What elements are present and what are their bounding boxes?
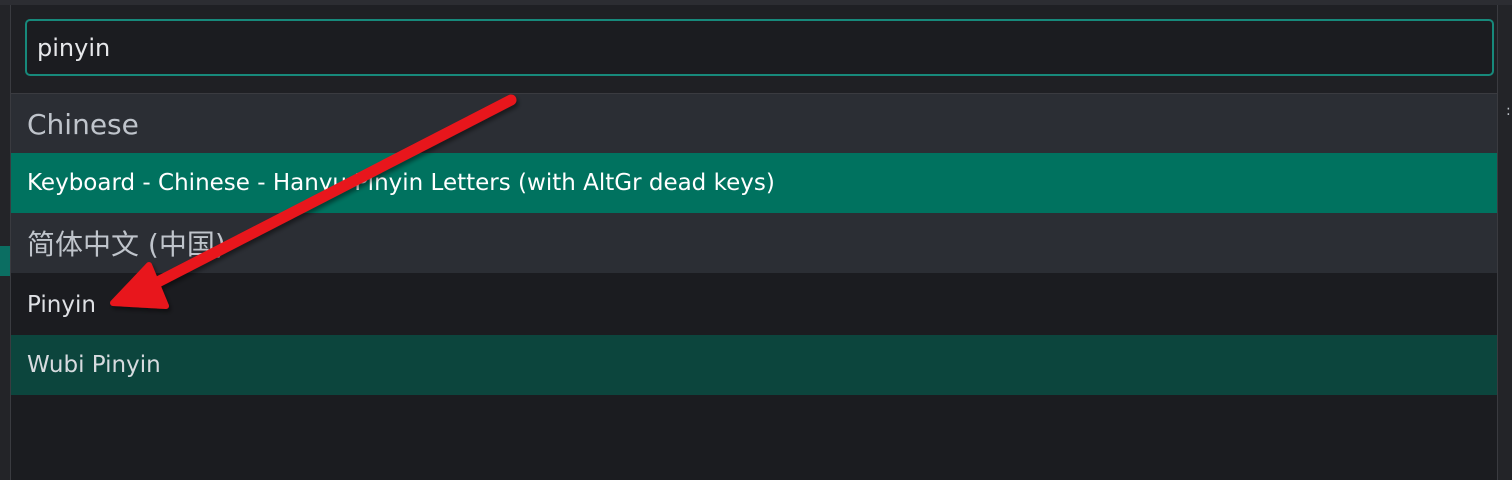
left-panel-edge bbox=[0, 5, 11, 480]
scrollbar-handle-icon: : bbox=[1506, 103, 1511, 119]
input-method-picker: : Chinese Keyboard - Chinese - Hanyu Pin… bbox=[0, 0, 1512, 480]
search-input[interactable] bbox=[25, 19, 1494, 76]
list-item-pinyin[interactable]: Pinyin bbox=[11, 275, 1497, 335]
input-method-list: Chinese Keyboard - Chinese - Hanyu Pinyi… bbox=[11, 94, 1497, 480]
left-panel-accent bbox=[0, 246, 10, 276]
search-bar bbox=[11, 5, 1497, 94]
list-item-hanyu-pinyin-letters[interactable]: Keyboard - Chinese - Hanyu Pinyin Letter… bbox=[11, 153, 1497, 213]
group-header-chinese: Chinese bbox=[11, 94, 1497, 154]
list-item-wubi-pinyin[interactable]: Wubi Pinyin bbox=[11, 335, 1497, 395]
group-header-simplified-chinese: 简体中文 (中国) bbox=[11, 213, 1497, 273]
scrollbar[interactable]: : bbox=[1497, 5, 1512, 480]
